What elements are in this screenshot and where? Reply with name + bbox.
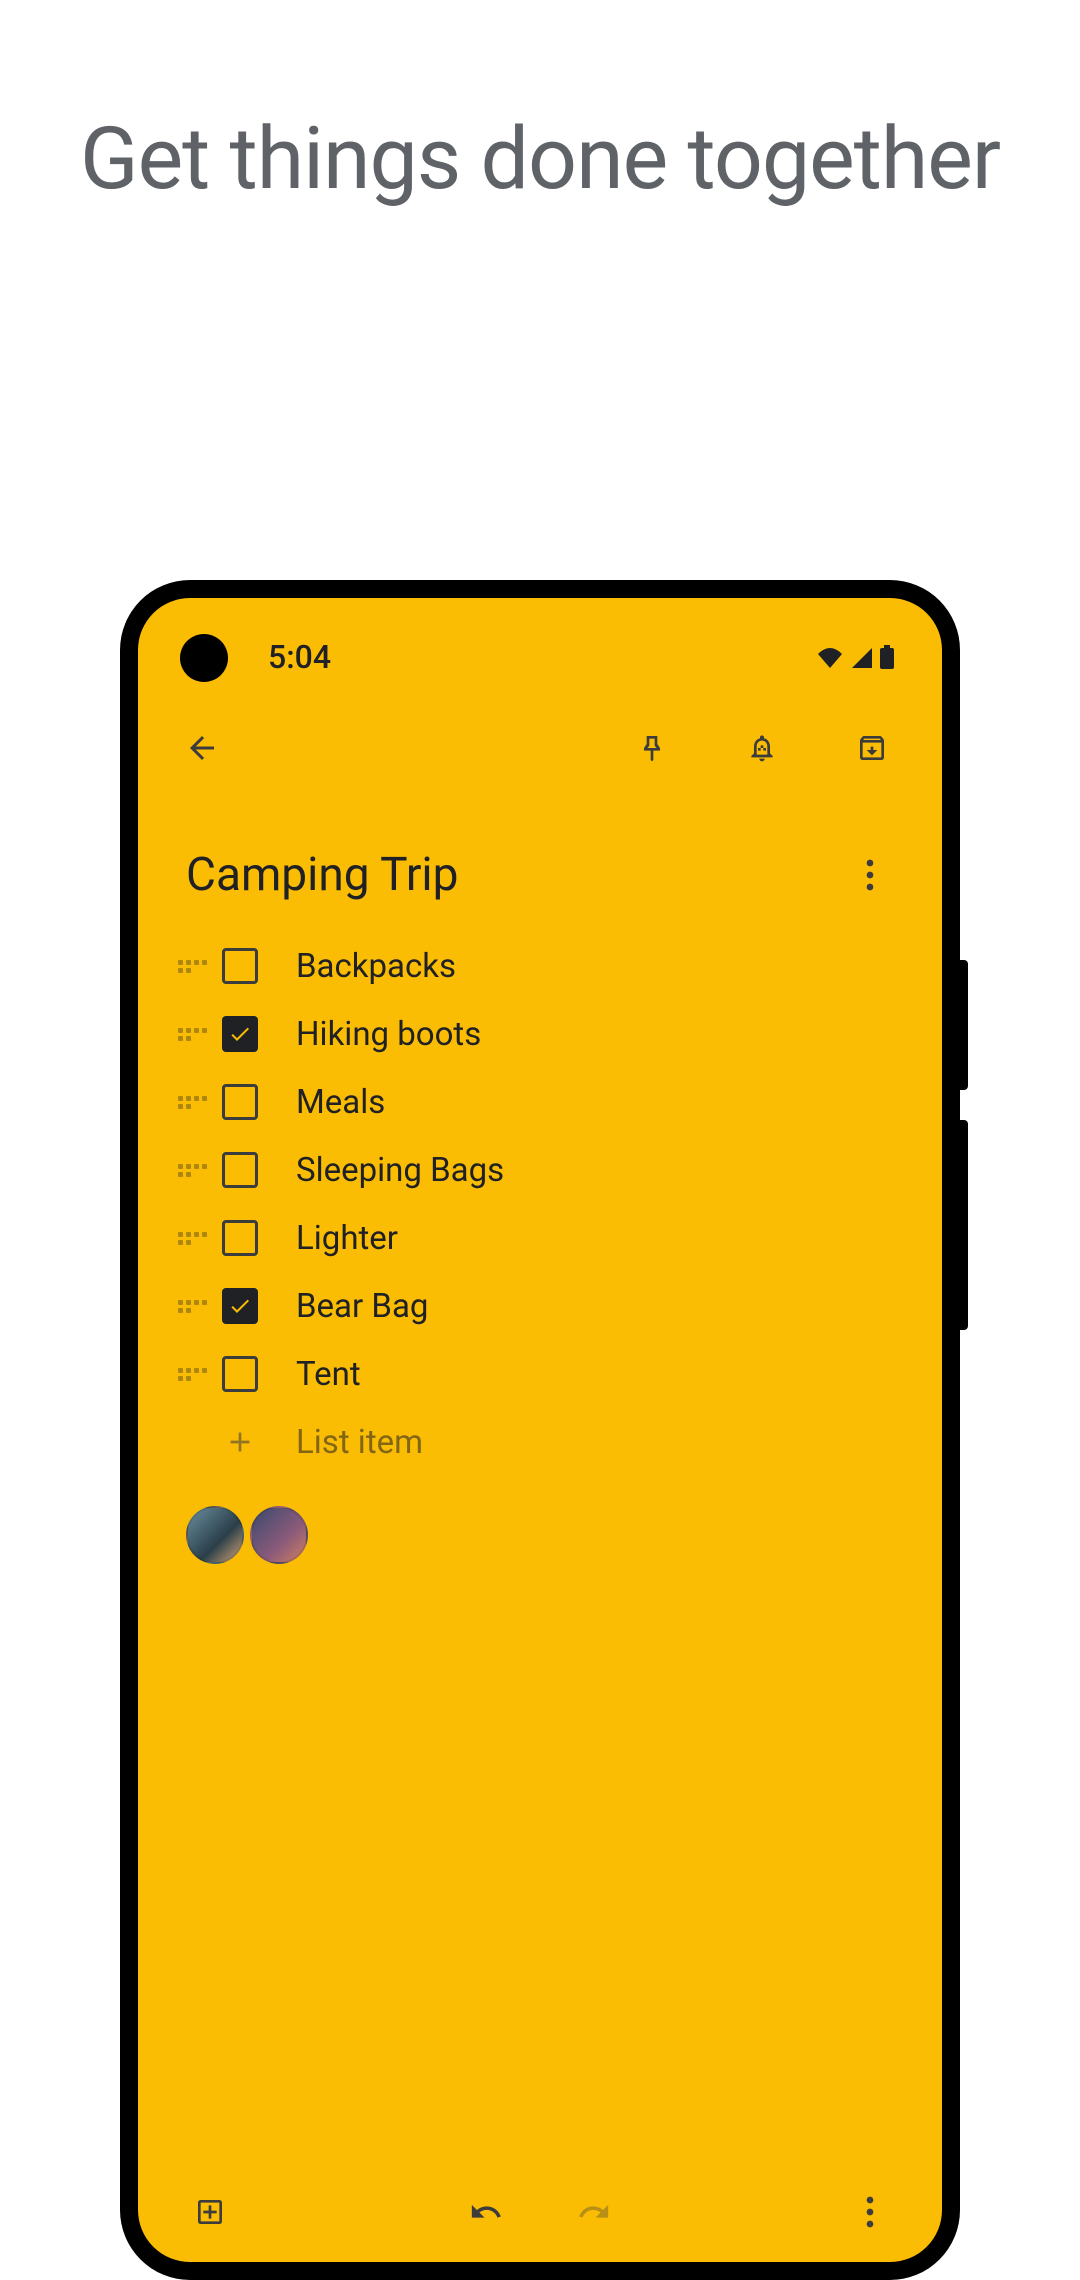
- redo-button[interactable]: [570, 2188, 618, 2236]
- checklist-item-label[interactable]: Lighter: [296, 1219, 398, 1258]
- archive-button[interactable]: [842, 718, 902, 778]
- status-icons: [816, 645, 894, 669]
- drag-handle-icon[interactable]: [178, 1164, 208, 1177]
- more-vertical-icon: [866, 859, 874, 891]
- battery-icon: [880, 645, 894, 669]
- collaborator-avatar[interactable]: [250, 1506, 308, 1564]
- checkbox[interactable]: [222, 1084, 258, 1120]
- reminder-button[interactable]: [732, 718, 792, 778]
- checklist-item: Meals: [178, 1068, 894, 1136]
- plus-icon: [222, 1424, 258, 1460]
- add-list-item[interactable]: List item: [178, 1408, 894, 1476]
- phone-frame: 5:04: [120, 580, 960, 2280]
- promo-headline: Get things done together: [0, 110, 1080, 209]
- drag-handle-icon[interactable]: [178, 1028, 208, 1041]
- status-time: 5:04: [268, 638, 331, 676]
- checklist-item-label[interactable]: Meals: [296, 1083, 385, 1122]
- checklist-item: Sleeping Bags: [178, 1136, 894, 1204]
- collaborators: [138, 1476, 942, 1564]
- wifi-icon: [816, 646, 844, 668]
- pin-button[interactable]: [622, 718, 682, 778]
- collaborator-avatar[interactable]: [186, 1506, 244, 1564]
- phone-screen: 5:04: [138, 598, 942, 2262]
- pin-icon: [636, 732, 668, 764]
- checklist-item: Hiking boots: [178, 1000, 894, 1068]
- add-content-button[interactable]: [186, 2188, 234, 2236]
- status-bar: 5:04: [138, 598, 942, 678]
- checklist-item-label[interactable]: Sleeping Bags: [296, 1151, 504, 1190]
- undo-button[interactable]: [462, 2188, 510, 2236]
- checkbox[interactable]: [222, 1288, 258, 1324]
- check-icon: [228, 1294, 252, 1318]
- checklist-item: Bear Bag: [178, 1272, 894, 1340]
- arrow-left-icon: [184, 730, 220, 766]
- checklist-item-label[interactable]: Hiking boots: [296, 1015, 481, 1054]
- checkbox[interactable]: [222, 1220, 258, 1256]
- more-actions-button[interactable]: [846, 2188, 894, 2236]
- checkbox[interactable]: [222, 1356, 258, 1392]
- checklist-item: Tent: [178, 1340, 894, 1408]
- note-toolbar: [138, 678, 942, 798]
- checklist-item: Backpacks: [178, 932, 894, 1000]
- back-button[interactable]: [178, 724, 226, 772]
- add-item-placeholder: List item: [296, 1423, 423, 1462]
- check-icon: [228, 1022, 252, 1046]
- bell-plus-icon: [746, 732, 778, 764]
- phone-side-button: [960, 1120, 968, 1330]
- bottom-toolbar: [138, 2162, 942, 2262]
- archive-icon: [856, 732, 888, 764]
- drag-handle-icon[interactable]: [178, 1368, 208, 1381]
- redo-icon: [577, 2195, 611, 2229]
- checkbox[interactable]: [222, 1016, 258, 1052]
- undo-icon: [469, 2195, 503, 2229]
- checklist-item-label[interactable]: Bear Bag: [296, 1287, 428, 1326]
- checklist-item-label[interactable]: Backpacks: [296, 947, 456, 986]
- drag-handle-icon[interactable]: [178, 1232, 208, 1245]
- note-title[interactable]: Camping Trip: [186, 848, 846, 902]
- camera-hole: [180, 634, 228, 682]
- checklist: Backpacks Hiking boots Meals Sleeping Bags L…: [138, 922, 942, 1476]
- drag-handle-icon[interactable]: [178, 960, 208, 973]
- drag-handle-icon[interactable]: [178, 1096, 208, 1109]
- checkbox[interactable]: [222, 1152, 258, 1188]
- title-row: Camping Trip: [138, 798, 942, 922]
- checkbox[interactable]: [222, 948, 258, 984]
- add-box-icon: [194, 2196, 226, 2228]
- phone-side-button: [960, 960, 968, 1090]
- checklist-item-label[interactable]: Tent: [296, 1355, 361, 1394]
- checklist-item: Lighter: [178, 1204, 894, 1272]
- more-options-button[interactable]: [846, 851, 894, 899]
- cellular-signal-icon: [850, 646, 874, 668]
- more-vertical-icon: [866, 2196, 874, 2228]
- drag-handle-icon[interactable]: [178, 1300, 208, 1313]
